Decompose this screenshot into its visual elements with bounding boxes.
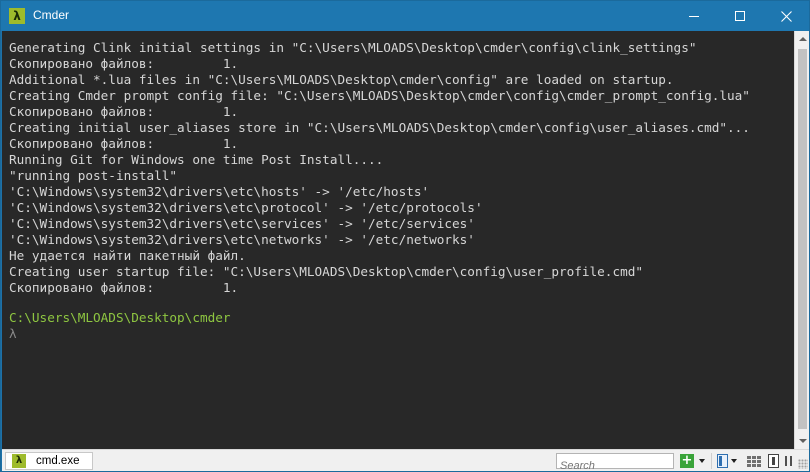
- console-line: Скопировано файлов: 1.: [9, 104, 239, 119]
- title-bar[interactable]: λ Cmder: [1, 1, 809, 31]
- cmder-lambda-icon[interactable]: λ: [9, 8, 25, 24]
- tab-label: cmd.exe: [36, 455, 80, 467]
- console-line: Creating initial user_aliases store in "…: [9, 120, 750, 135]
- maximize-button[interactable]: [717, 1, 763, 31]
- console-tab[interactable]: λ cmd.exe: [5, 452, 93, 470]
- chevron-down-icon: [699, 459, 705, 463]
- split-view-icon[interactable]: [717, 454, 728, 468]
- toolbar-divider: [711, 453, 712, 469]
- scroll-thumb[interactable]: [798, 49, 807, 429]
- console-line: Скопировано файлов: 1.: [9, 280, 239, 295]
- console-line: Не удается найти пакетный файл.: [9, 248, 246, 263]
- console-line: Running Git for Windows one time Post In…: [9, 152, 384, 167]
- vertical-scrollbar[interactable]: [794, 31, 809, 449]
- scroll-down-button[interactable]: [795, 433, 810, 449]
- close-icon: [780, 10, 792, 22]
- console-line: "running post-install": [9, 168, 178, 183]
- arrow-down-icon: [798, 439, 807, 443]
- new-console-dropdown[interactable]: [698, 454, 706, 468]
- cmder-lambda-icon: λ: [12, 454, 26, 468]
- console-line: 'C:\Windows\system32\drivers\etc\hosts' …: [9, 184, 430, 199]
- scroll-up-button[interactable]: [795, 31, 810, 47]
- menu-grid-icon[interactable]: [747, 454, 761, 468]
- scroll-lock-icon[interactable]: [768, 454, 779, 468]
- console-line: Скопировано файлов: 1.: [9, 56, 239, 71]
- status-bar: λ cmd.exe +: [2, 449, 809, 472]
- console-line: Creating user startup file: "C:\Users\ML…: [9, 264, 643, 279]
- console-line: Creating Cmder prompt config file: "C:\U…: [9, 88, 750, 103]
- maximize-icon: [735, 11, 745, 21]
- console-line: 'C:\Windows\system32\drivers\etc\protoco…: [9, 200, 483, 215]
- search-box[interactable]: [556, 453, 674, 472]
- chevron-down-icon: [731, 459, 737, 463]
- split-view-dropdown[interactable]: [730, 454, 738, 468]
- pause-icon[interactable]: [782, 454, 794, 468]
- console-line: Additional *.lua files in "C:\Users\MLOA…: [9, 72, 674, 87]
- console-lines: Generating Clink initial settings in "C:…: [9, 40, 794, 296]
- resize-grip-icon[interactable]: [798, 459, 808, 469]
- minimize-icon: [689, 15, 699, 17]
- console-line: 'C:\Windows\system32\drivers\etc\network…: [9, 232, 475, 247]
- console-output[interactable]: Generating Clink initial settings in "C:…: [2, 31, 794, 449]
- close-button[interactable]: [763, 1, 809, 31]
- current-directory: C:\Users\MLOADS\Desktop\cmder: [9, 310, 231, 325]
- console-line: Скопировано файлов: 1.: [9, 136, 239, 151]
- prompt-symbol[interactable]: λ: [9, 326, 794, 342]
- search-input[interactable]: [557, 459, 673, 472]
- app-window: λ Cmder Generating Clink initial setting…: [0, 0, 810, 472]
- arrow-up-icon: [798, 37, 807, 41]
- new-console-icon[interactable]: +: [680, 454, 694, 468]
- minimize-button[interactable]: [671, 1, 717, 31]
- console-line: Generating Clink initial settings in "C:…: [9, 40, 697, 55]
- console-line: 'C:\Windows\system32\drivers\etc\service…: [9, 216, 475, 231]
- window-title: Cmder: [33, 8, 70, 22]
